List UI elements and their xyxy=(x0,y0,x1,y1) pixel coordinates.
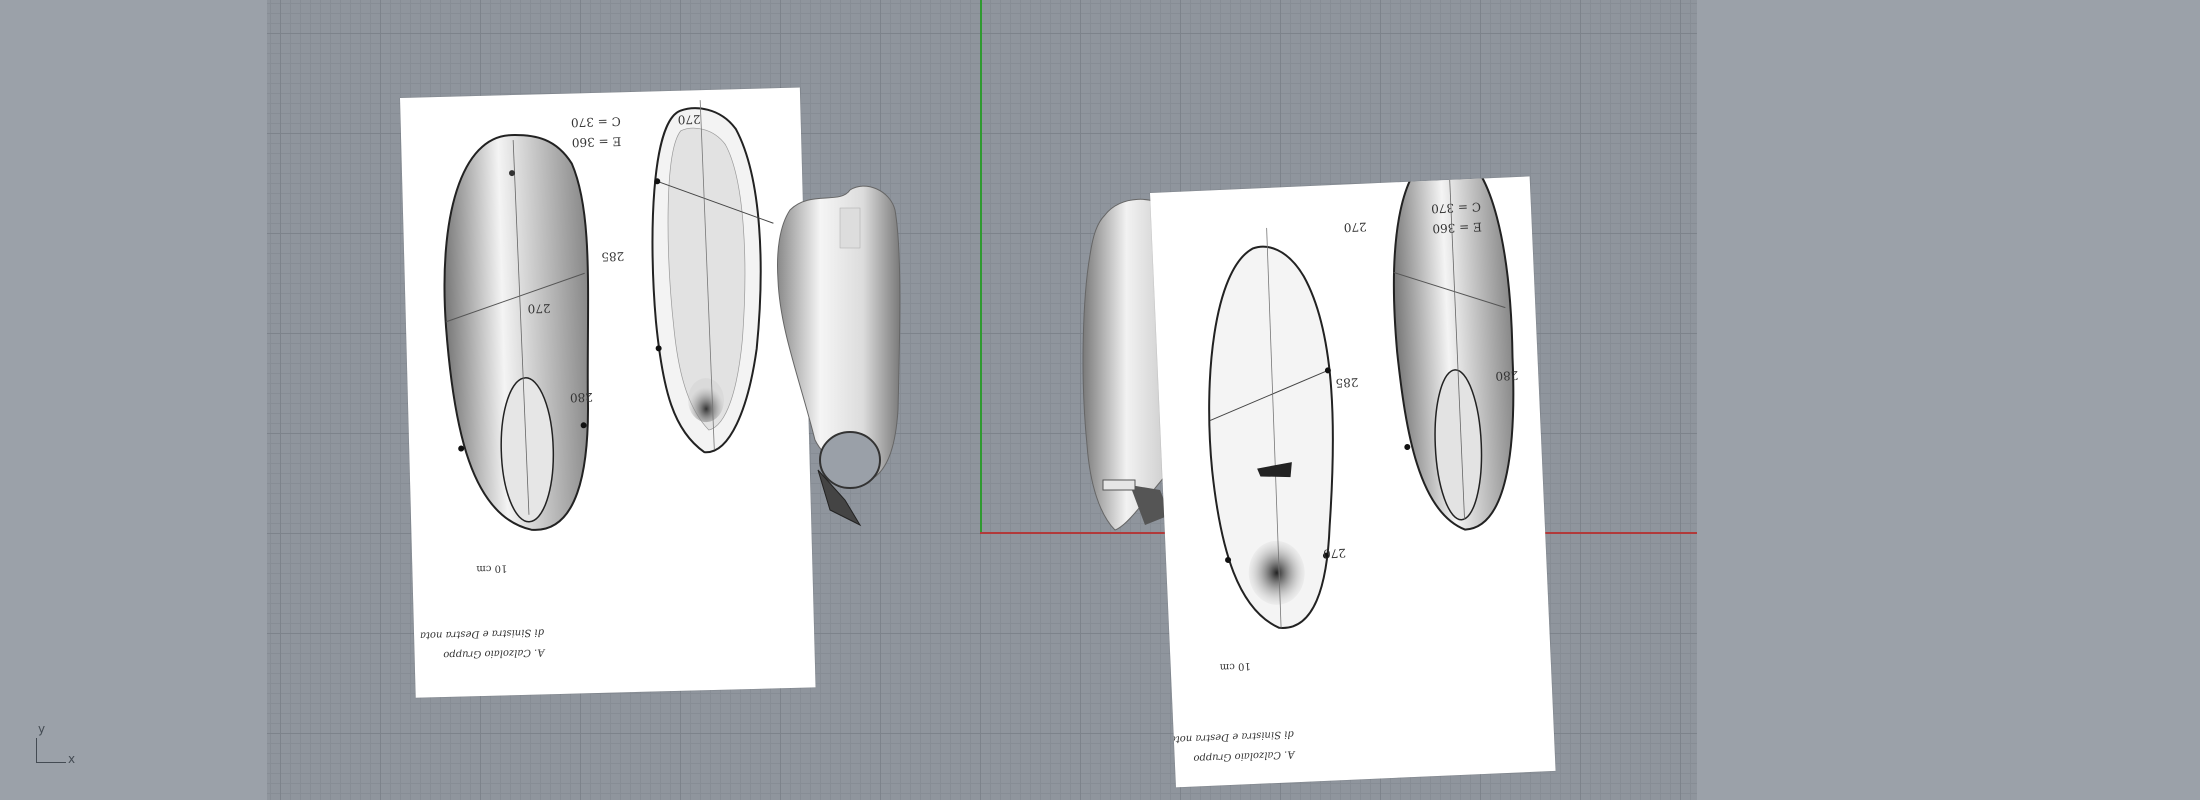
label-footer1: A. Calzolaio Gruppo xyxy=(1193,748,1296,763)
triad-y-label: y xyxy=(38,722,46,736)
label-top2: E = 360 xyxy=(1432,220,1482,236)
left-sheet-drawing: C = 370 E = 360 270 285 280 270 10 cm A.… xyxy=(420,100,774,660)
label-top1: C = 370 xyxy=(1431,200,1481,216)
label-footer2: di Sinistra e Destra nota xyxy=(420,626,544,640)
label-footer1: A. Calzolaio Gruppo xyxy=(443,646,546,660)
label-top3: 270 xyxy=(678,112,701,127)
triad-x-label: x xyxy=(68,752,76,766)
y-axis-line xyxy=(980,0,982,533)
left-sheet[interactable]: C = 370 E = 360 270 285 280 270 10 cm A.… xyxy=(400,87,816,698)
label-side3: 270 xyxy=(527,301,550,316)
label-scale: 10 cm xyxy=(476,562,508,574)
label-top1: C = 370 xyxy=(571,114,621,129)
right-sheet-drawing: C = 370 E = 360 270 285 280 270 10 cm A.… xyxy=(1169,176,1519,764)
label-scale: 10 cm xyxy=(1219,660,1251,672)
label-side2: 280 xyxy=(1495,368,1518,383)
label-side1: 285 xyxy=(601,249,624,264)
label-footer2: di Sinistra e Destra nota xyxy=(1169,728,1293,744)
triad-x-line xyxy=(36,762,66,763)
rhino-viewport-top[interactable]: C = 370 E = 360 270 285 280 270 10 cm A.… xyxy=(0,0,2200,800)
label-top2: E = 360 xyxy=(572,134,622,149)
label-top3: 270 xyxy=(1343,220,1366,235)
label-side1: 285 xyxy=(1335,375,1358,390)
triad-y-line xyxy=(36,738,37,762)
axis-triad: y x xyxy=(34,722,84,772)
label-side2: 280 xyxy=(570,390,593,405)
left-foot-scan[interactable] xyxy=(770,180,910,540)
right-sheet[interactable]: C = 370 E = 360 270 285 280 270 10 cm A.… xyxy=(1150,176,1556,788)
label-side3: 270 xyxy=(1323,546,1346,561)
